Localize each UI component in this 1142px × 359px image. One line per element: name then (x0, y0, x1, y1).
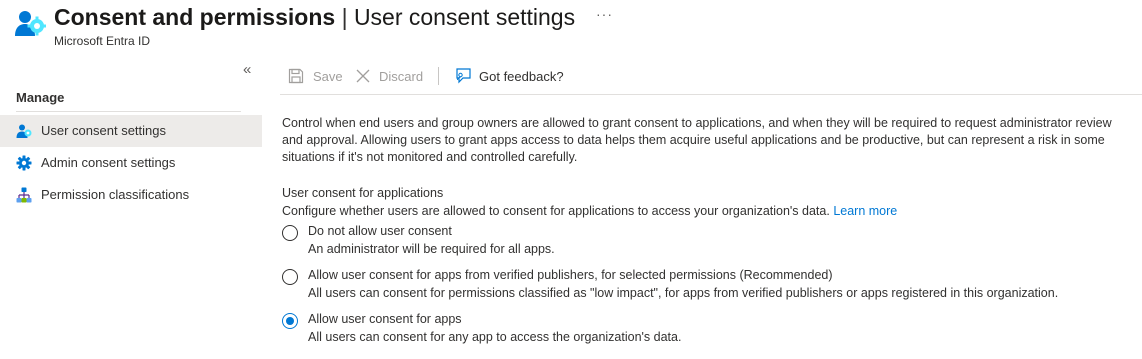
option-label[interactable]: Allow user consent for apps from verifie… (308, 268, 833, 282)
title-separator: | (341, 4, 348, 30)
feedback-icon (456, 68, 471, 84)
page-subtitle: Microsoft Entra ID (54, 34, 151, 48)
option-description: All users can consent for permissions cl… (308, 286, 1059, 300)
section-description-text: Configure whether users are allowed to c… (282, 204, 830, 218)
option-description: An administrator will be required for al… (308, 242, 555, 256)
user-gear-icon (15, 11, 46, 36)
more-options-button[interactable]: ··· (596, 6, 613, 22)
discard-label: Discard (379, 69, 424, 84)
sidebar-item-label: Permission classifications (41, 187, 190, 202)
discard-button[interactable]: Discard (355, 67, 427, 85)
save-icon (288, 68, 304, 84)
section-title: User consent for applications (282, 186, 444, 200)
sidebar-item-label: Admin consent settings (41, 155, 176, 170)
sidebar-item-label: User consent settings (41, 123, 167, 138)
close-icon (356, 69, 370, 83)
hierarchy-icon (16, 187, 32, 203)
save-button[interactable]: Save (288, 67, 350, 85)
radio-do-not-allow[interactable] (282, 225, 298, 241)
option-description: All users can consent for any app to acc… (308, 330, 682, 344)
user-gear-icon (16, 124, 32, 138)
feedback-label: Got feedback? (479, 69, 564, 84)
collapse-sidebar-button[interactable]: « (243, 61, 251, 78)
learn-more-link[interactable]: Learn more (833, 204, 897, 218)
divider (280, 94, 1142, 95)
section-description: Configure whether users are allowed to c… (282, 204, 897, 218)
sidebar-item-user-consent-settings[interactable]: User consent settings (0, 115, 262, 147)
page-description: Control when end users and group owners … (282, 116, 1112, 164)
sidebar: « Manage User consent settings Admin con… (0, 56, 262, 359)
radio-allow-all[interactable] (282, 313, 298, 329)
save-label: Save (313, 69, 343, 84)
feedback-button[interactable]: Got feedback? (454, 67, 569, 85)
gear-icon (16, 155, 32, 171)
option-label[interactable]: Do not allow user consent (308, 224, 452, 238)
sidebar-item-permission-classifications[interactable]: Permission classifications (0, 179, 262, 211)
sidebar-section-manage: Manage (16, 90, 65, 105)
page-title-main: Consent and permissions (54, 4, 336, 30)
page-title-sub: User consent settings (353, 4, 576, 30)
divider (16, 111, 241, 112)
command-bar: Save Discard Got feedback? (280, 56, 1142, 94)
main-content: Control when end users and group owners … (282, 115, 1122, 166)
toolbar-divider (438, 67, 439, 85)
page-title: Consent and permissions | User consent s… (54, 4, 575, 31)
option-label[interactable]: Allow user consent for apps (308, 312, 462, 326)
sidebar-item-admin-consent-settings[interactable]: Admin consent settings (0, 147, 262, 179)
radio-verified-publishers[interactable] (282, 269, 298, 285)
page-header: Consent and permissions | User consent s… (0, 0, 1142, 56)
